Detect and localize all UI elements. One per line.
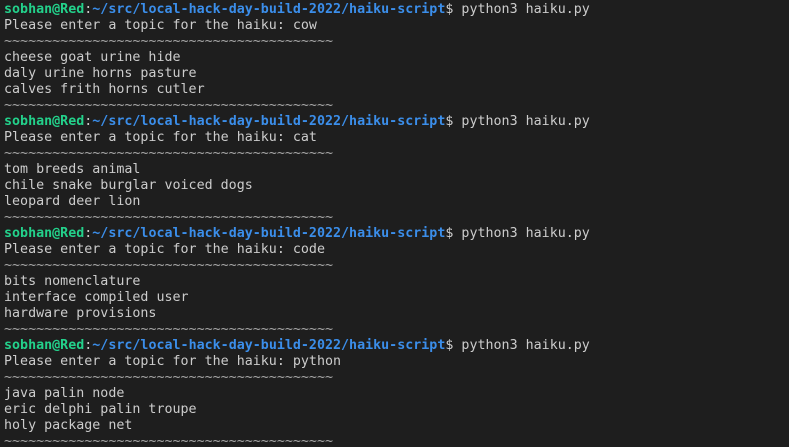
- prompt-user-host: sobhan@Red: [4, 114, 85, 129]
- prompt-path: ~/src/local-hack-day-build-2022/haiku-sc…: [92, 114, 446, 129]
- prompt-user-host: sobhan@Red: [4, 2, 85, 17]
- topic-question: Please enter a topic for the haiku: pyth…: [4, 354, 342, 369]
- prompt-user-host: sobhan@Red: [4, 226, 85, 241]
- command-text: python3 haiku.py: [461, 114, 590, 129]
- haiku-line: interface compiled user: [4, 290, 189, 305]
- haiku-line: java palin node: [4, 386, 125, 401]
- topic-question: Please enter a topic for the haiku: code: [4, 242, 325, 257]
- topic-question: Please enter a topic for the haiku: cat: [4, 130, 317, 145]
- prompt-dollar: $: [445, 226, 462, 241]
- haiku-line: calves frith horns cutler: [4, 82, 205, 97]
- haiku-line: chile snake burglar voiced dogs: [4, 178, 253, 193]
- haiku-line: daly urine horns pasture: [4, 66, 197, 81]
- separator-line: ~~~~~~~~~~~~~~~~~~~~~~~~~~~~~~~~~~~~~~~~…: [4, 146, 333, 161]
- prompt-user-host: sobhan@Red: [4, 338, 85, 353]
- separator-line: ~~~~~~~~~~~~~~~~~~~~~~~~~~~~~~~~~~~~~~~~…: [4, 322, 333, 337]
- prompt-dollar: $: [445, 338, 462, 353]
- separator-line: ~~~~~~~~~~~~~~~~~~~~~~~~~~~~~~~~~~~~~~~~…: [4, 258, 333, 273]
- prompt-dollar: $: [445, 2, 462, 17]
- separator-line: ~~~~~~~~~~~~~~~~~~~~~~~~~~~~~~~~~~~~~~~~…: [4, 34, 333, 49]
- command-text: python3 haiku.py: [461, 226, 590, 241]
- haiku-line: bits nomenclature: [4, 274, 141, 289]
- haiku-line: tom breeds animal: [4, 162, 141, 177]
- prompt-line: sobhan@Red:~/src/local-hack-day-build-20…: [4, 114, 789, 130]
- haiku-line: cheese goat urine hide: [4, 50, 181, 65]
- prompt-line: sobhan@Red:~/src/local-hack-day-build-20…: [4, 338, 789, 354]
- command-text: python3 haiku.py: [461, 2, 590, 17]
- prompt-path: ~/src/local-hack-day-build-2022/haiku-sc…: [92, 2, 446, 17]
- prompt-line: sobhan@Red:~/src/local-hack-day-build-20…: [4, 2, 789, 18]
- terminal-window[interactable]: sobhan@Red:~/src/local-hack-day-build-20…: [0, 0, 789, 447]
- prompt-line: sobhan@Red:~/src/local-hack-day-build-20…: [4, 226, 789, 242]
- command-text: python3 haiku.py: [461, 338, 590, 353]
- haiku-line: hardware provisions: [4, 306, 157, 321]
- separator-line: ~~~~~~~~~~~~~~~~~~~~~~~~~~~~~~~~~~~~~~~~…: [4, 98, 333, 113]
- prompt-path: ~/src/local-hack-day-build-2022/haiku-sc…: [92, 226, 446, 241]
- separator-line: ~~~~~~~~~~~~~~~~~~~~~~~~~~~~~~~~~~~~~~~~…: [4, 370, 333, 385]
- haiku-line: leopard deer lion: [4, 194, 141, 209]
- haiku-line: eric delphi palin troupe: [4, 402, 197, 417]
- prompt-dollar: $: [445, 114, 462, 129]
- haiku-line: holy package net: [4, 418, 133, 433]
- prompt-path: ~/src/local-hack-day-build-2022/haiku-sc…: [92, 338, 446, 353]
- separator-line: ~~~~~~~~~~~~~~~~~~~~~~~~~~~~~~~~~~~~~~~~…: [4, 434, 333, 447]
- separator-line: ~~~~~~~~~~~~~~~~~~~~~~~~~~~~~~~~~~~~~~~~…: [4, 210, 333, 225]
- topic-question: Please enter a topic for the haiku: cow: [4, 18, 317, 33]
